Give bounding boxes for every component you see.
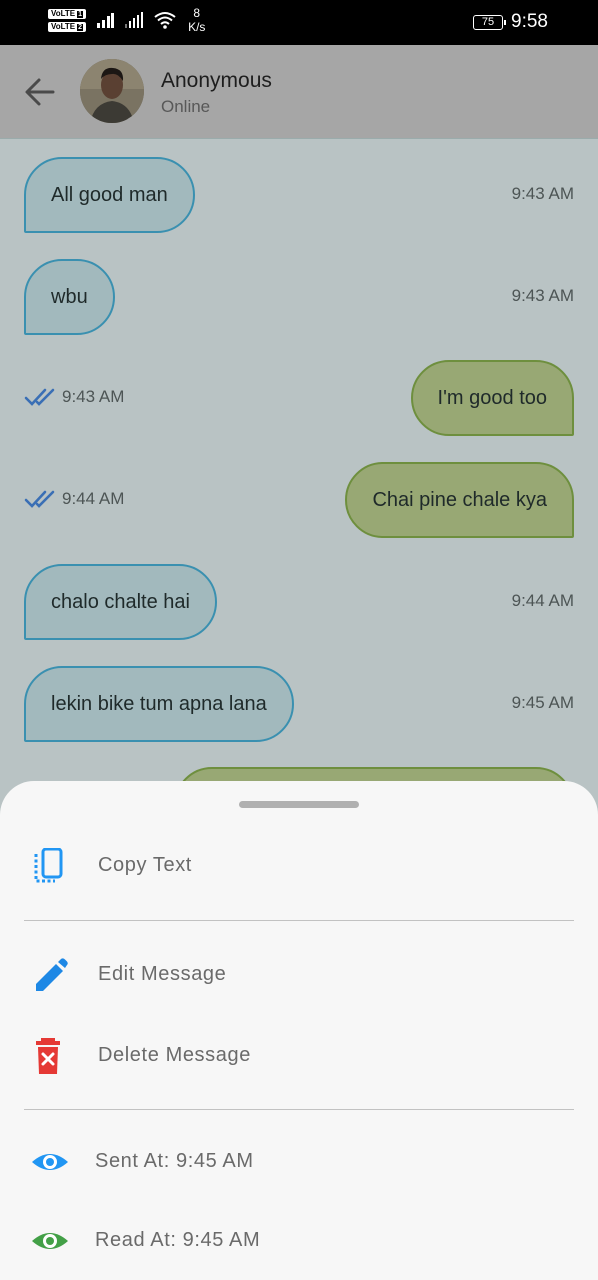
volte-indicators: VoLTE 1 VoLTE 2 — [48, 8, 87, 32]
message-time: 9:45 AM — [511, 693, 574, 712]
message-row: 9:44 AM Chai pine chale kya — [0, 462, 598, 538]
network-speed-value: 8 — [193, 6, 201, 20]
message-options-sheet: Copy Text Edit Message Delete Message Se… — [0, 781, 598, 1280]
message-time: 9:44 AM — [62, 489, 125, 508]
trash-icon — [36, 1038, 60, 1074]
copy-icon — [34, 848, 63, 883]
read-at-label: Read At: 9:45 AM — [95, 1229, 261, 1251]
edit-message-option[interactable]: Edit Message — [24, 945, 574, 1005]
chat-header: Anonymous Online — [0, 45, 598, 139]
incoming-message-bubble[interactable]: lekin bike tum apna lana — [24, 666, 294, 742]
eye-icon — [32, 1233, 68, 1249]
pencil-icon — [36, 958, 68, 991]
sent-at-info: Sent At: 9:45 AM — [24, 1132, 574, 1192]
message-time: 9:43 AM — [62, 387, 125, 406]
message-row: chalo chalte hai 9:44 AM — [0, 564, 598, 640]
battery-icon: 75 — [473, 14, 507, 30]
avatar[interactable] — [80, 59, 144, 123]
eye-icon — [32, 1154, 68, 1170]
status-bar-time: 9:58 — [511, 11, 548, 32]
contact-status: Online — [161, 97, 211, 116]
message-row: 9:43 AM I'm good too — [0, 360, 598, 436]
signal-strength-icon — [97, 13, 115, 28]
outgoing-message-bubble[interactable]: Chai pine chale kya — [345, 462, 574, 538]
sim1-volte-badge: VoLTE 1 — [48, 8, 87, 19]
network-speed-unit: K/s — [188, 20, 206, 34]
double-check-icon — [24, 490, 55, 508]
signal-strength-icon — [125, 12, 144, 28]
message-row: lekin bike tum apna lana 9:45 AM — [0, 666, 598, 742]
delete-message-label: Delete Message — [98, 1044, 251, 1066]
divider — [24, 1109, 574, 1110]
incoming-message-bubble[interactable]: chalo chalte hai — [24, 564, 217, 640]
divider — [24, 920, 574, 921]
message-row: All good man 9:43 AM — [0, 157, 598, 233]
network-speed: 8 K/s — [188, 6, 205, 34]
edit-message-label: Edit Message — [98, 963, 227, 985]
battery-level: 75 — [481, 15, 495, 28]
double-check-icon — [24, 388, 55, 406]
status-bar-left: VoLTE 1 VoLTE 2 8 K/s — [48, 6, 205, 34]
copy-text-label: Copy Text — [98, 854, 192, 876]
incoming-message-bubble[interactable]: All good man — [24, 157, 195, 233]
sheet-drag-handle[interactable] — [239, 801, 359, 808]
message-time: 9:43 AM — [511, 184, 574, 203]
message-time-with-receipt: 9:44 AM — [24, 489, 124, 509]
message-time: 9:43 AM — [511, 286, 574, 305]
sent-at-label: Sent At: 9:45 AM — [95, 1150, 254, 1172]
back-arrow-icon[interactable] — [24, 77, 56, 107]
message-time: 9:44 AM — [511, 591, 574, 610]
delete-message-option[interactable]: Delete Message — [24, 1026, 574, 1086]
message-list[interactable]: All good man 9:43 AM wbu 9:43 AM 9:43 AM… — [0, 139, 598, 789]
outgoing-message-bubble[interactable]: I'm good too — [410, 360, 574, 436]
sim2-volte-badge: VoLTE 2 — [48, 21, 87, 32]
message-row: wbu 9:43 AM — [0, 259, 598, 335]
incoming-message-bubble[interactable]: wbu — [24, 259, 115, 335]
read-at-info: Read At: 9:45 AM — [24, 1211, 574, 1271]
copy-text-option[interactable]: Copy Text — [24, 836, 574, 896]
contact-name: Anonymous — [161, 69, 272, 92]
message-time-with-receipt: 9:43 AM — [24, 387, 124, 407]
status-bar: VoLTE 1 VoLTE 2 8 K/s 75 9:58 — [0, 0, 598, 45]
avatar-image — [80, 59, 144, 123]
status-bar-right: 75 9:58 — [473, 11, 548, 33]
wifi-icon — [154, 12, 176, 29]
